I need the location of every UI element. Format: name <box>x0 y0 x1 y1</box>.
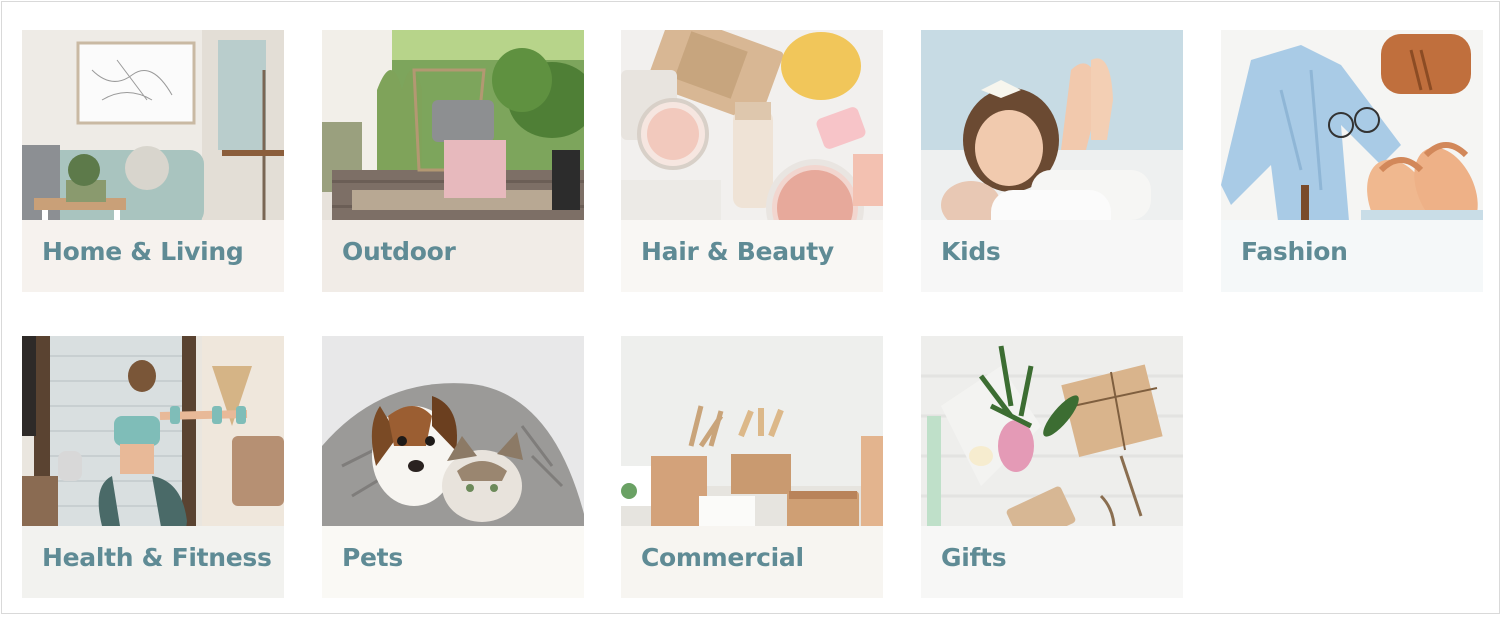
category-tile-home-living[interactable]: Home & Living <box>22 30 284 292</box>
category-tile-fashion[interactable]: Fashion <box>1221 30 1483 292</box>
category-label: Commercial <box>641 543 804 572</box>
category-label: Kids <box>941 237 1001 266</box>
category-label: Hair & Beauty <box>641 237 834 266</box>
category-tile-hair-beauty[interactable]: Hair & Beauty <box>621 30 883 292</box>
category-label: Fashion <box>1241 237 1348 266</box>
category-tile-kids[interactable]: Kids <box>921 30 1183 292</box>
category-tile-outdoor[interactable]: Outdoor <box>322 30 584 292</box>
category-tile-health-fitness[interactable]: Health & Fitness <box>22 336 284 598</box>
category-tile-pets[interactable]: Pets <box>322 336 584 598</box>
category-grid: Home & Living Outdoor Hair & Beauty Kids… <box>1 1 1500 614</box>
category-label: Outdoor <box>342 237 456 266</box>
category-label: Home & Living <box>42 237 244 266</box>
category-label: Health & Fitness <box>42 543 272 572</box>
category-label: Gifts <box>941 543 1007 572</box>
category-tile-commercial[interactable]: Commercial <box>621 336 883 598</box>
category-label: Pets <box>342 543 403 572</box>
category-tile-gifts[interactable]: Gifts <box>921 336 1183 598</box>
